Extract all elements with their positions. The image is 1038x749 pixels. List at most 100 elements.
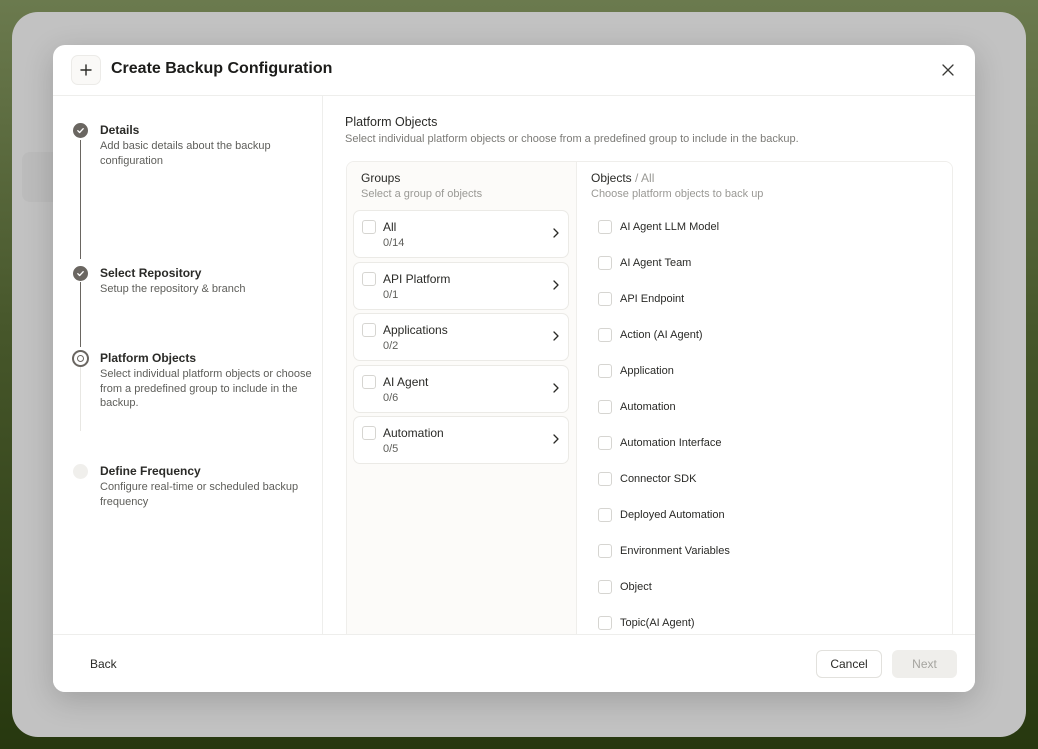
step-details[interactable]: Details Add basic details about the back… — [100, 122, 315, 168]
group-checkbox[interactable] — [362, 272, 376, 286]
object-checkbox[interactable] — [598, 400, 612, 414]
objects-filter: All — [641, 171, 655, 185]
object-checkbox[interactable] — [598, 292, 612, 306]
group-card-all[interactable]: All 0/14 — [353, 210, 569, 258]
step-connector — [80, 366, 81, 431]
step-description: Add basic details about the backup confi… — [100, 140, 271, 167]
object-item[interactable]: API Endpoint — [598, 290, 684, 308]
group-label: AI Agent — [383, 375, 429, 389]
section-description: Select individual platform objects or ch… — [345, 133, 799, 145]
object-label: API Endpoint — [620, 293, 685, 305]
group-label: Applications — [383, 323, 448, 337]
step-description: Setup the repository & branch — [100, 283, 246, 295]
pending-step-icon — [73, 464, 88, 479]
object-checkbox[interactable] — [598, 544, 612, 558]
group-label: All — [383, 220, 397, 234]
object-label: Environment Variables — [620, 545, 730, 557]
check-icon — [73, 266, 88, 281]
group-checkbox[interactable] — [362, 323, 376, 337]
chevron-right-icon — [550, 329, 562, 343]
check-icon — [73, 123, 88, 138]
object-label: Action (AI Agent) — [620, 329, 703, 341]
object-item[interactable]: Deployed Automation — [598, 506, 725, 524]
chevron-right-icon — [550, 278, 562, 292]
object-label: Automation — [620, 401, 676, 413]
step-title: Platform Objects — [100, 351, 197, 365]
step-title: Select Repository — [100, 266, 202, 280]
step-description: Configure real-time or scheduled backup … — [100, 481, 299, 508]
object-item[interactable]: Environment Variables — [598, 542, 730, 560]
group-count: 0/14 — [383, 237, 405, 249]
object-label: Object — [620, 581, 652, 593]
object-checkbox[interactable] — [598, 436, 612, 450]
step-platform-objects[interactable]: Platform Objects Select individual platf… — [100, 350, 315, 411]
step-connector — [80, 140, 81, 259]
step-define-frequency[interactable]: Define Frequency Configure real-time or … — [100, 463, 315, 509]
current-step-icon — [72, 350, 89, 367]
object-checkbox[interactable] — [598, 472, 612, 486]
object-checkbox[interactable] — [598, 256, 612, 270]
next-button[interactable]: Next — [892, 650, 957, 678]
group-checkbox[interactable] — [362, 375, 376, 389]
object-checkbox[interactable] — [598, 328, 612, 342]
back-button[interactable]: Back — [80, 655, 127, 673]
group-card-applications[interactable]: Applications 0/2 — [353, 313, 569, 361]
object-item[interactable]: Connector SDK — [598, 470, 696, 488]
group-card-automation[interactable]: Automation 0/5 — [353, 416, 569, 464]
object-label: Deployed Automation — [620, 509, 725, 521]
object-label: Connector SDK — [620, 473, 697, 485]
object-checkbox[interactable] — [598, 580, 612, 594]
groups-column: Groups Select a group of objects All 0/1… — [347, 162, 577, 640]
object-item[interactable]: Automation — [598, 398, 676, 416]
breadcrumb-separator: / — [635, 171, 639, 185]
chevron-right-icon — [550, 226, 562, 240]
create-backup-modal: Create Backup Configuration Details Add … — [53, 45, 975, 692]
modal-header: Create Backup Configuration — [53, 45, 975, 96]
object-checkbox[interactable] — [598, 616, 612, 630]
object-item[interactable]: Action (AI Agent) — [598, 326, 703, 344]
object-label: Topic(AI Agent) — [620, 617, 695, 629]
group-label: Automation — [383, 426, 444, 440]
group-count: 0/6 — [383, 392, 399, 404]
close-icon[interactable] — [939, 61, 957, 79]
step-title: Define Frequency — [100, 464, 201, 478]
objects-column: Objects / All Choose platform objects to… — [577, 162, 952, 640]
plus-icon — [71, 55, 101, 85]
chevron-right-icon — [550, 381, 562, 395]
group-label: API Platform — [383, 272, 451, 286]
objects-title-label: Objects — [591, 171, 632, 185]
group-card-ai-agent[interactable]: AI Agent 0/6 — [353, 365, 569, 413]
object-checkbox[interactable] — [598, 364, 612, 378]
group-count: 0/5 — [383, 443, 399, 455]
object-item[interactable]: Application — [598, 362, 674, 380]
selection-panel: Groups Select a group of objects All 0/1… — [346, 161, 953, 641]
object-label: Automation Interface — [620, 437, 722, 449]
chevron-right-icon — [550, 432, 562, 446]
step-description: Select individual platform objects or ch… — [100, 368, 312, 409]
object-label: AI Agent LLM Model — [620, 221, 720, 233]
modal-footer: Back Cancel Next — [53, 634, 975, 692]
groups-title: Groups — [361, 171, 401, 185]
objects-title: Objects / All — [591, 171, 654, 185]
group-card-api-platform[interactable]: API Platform 0/1 — [353, 262, 569, 310]
object-label: Application — [620, 365, 674, 377]
object-item[interactable]: Topic(AI Agent) — [598, 614, 695, 632]
object-checkbox[interactable] — [598, 508, 612, 522]
object-item[interactable]: AI Agent Team — [598, 254, 691, 272]
groups-description: Select a group of objects — [361, 188, 483, 200]
object-item[interactable]: AI Agent LLM Model — [598, 218, 719, 236]
group-count: 0/2 — [383, 340, 399, 352]
group-checkbox[interactable] — [362, 220, 376, 234]
group-checkbox[interactable] — [362, 426, 376, 440]
object-label: AI Agent Team — [620, 257, 692, 269]
stepper: Details Add basic details about the back… — [53, 96, 323, 634]
object-item[interactable]: Automation Interface — [598, 434, 722, 452]
section-title: Platform Objects — [345, 115, 438, 129]
cancel-button[interactable]: Cancel — [816, 650, 882, 678]
step-select-repository[interactable]: Select Repository Setup the repository &… — [100, 265, 315, 297]
step-content: Platform Objects Select individual platf… — [323, 96, 975, 641]
objects-description: Choose platform objects to back up — [591, 188, 764, 200]
modal-title: Create Backup Configuration — [111, 60, 333, 77]
object-item[interactable]: Object — [598, 578, 652, 596]
object-checkbox[interactable] — [598, 220, 612, 234]
